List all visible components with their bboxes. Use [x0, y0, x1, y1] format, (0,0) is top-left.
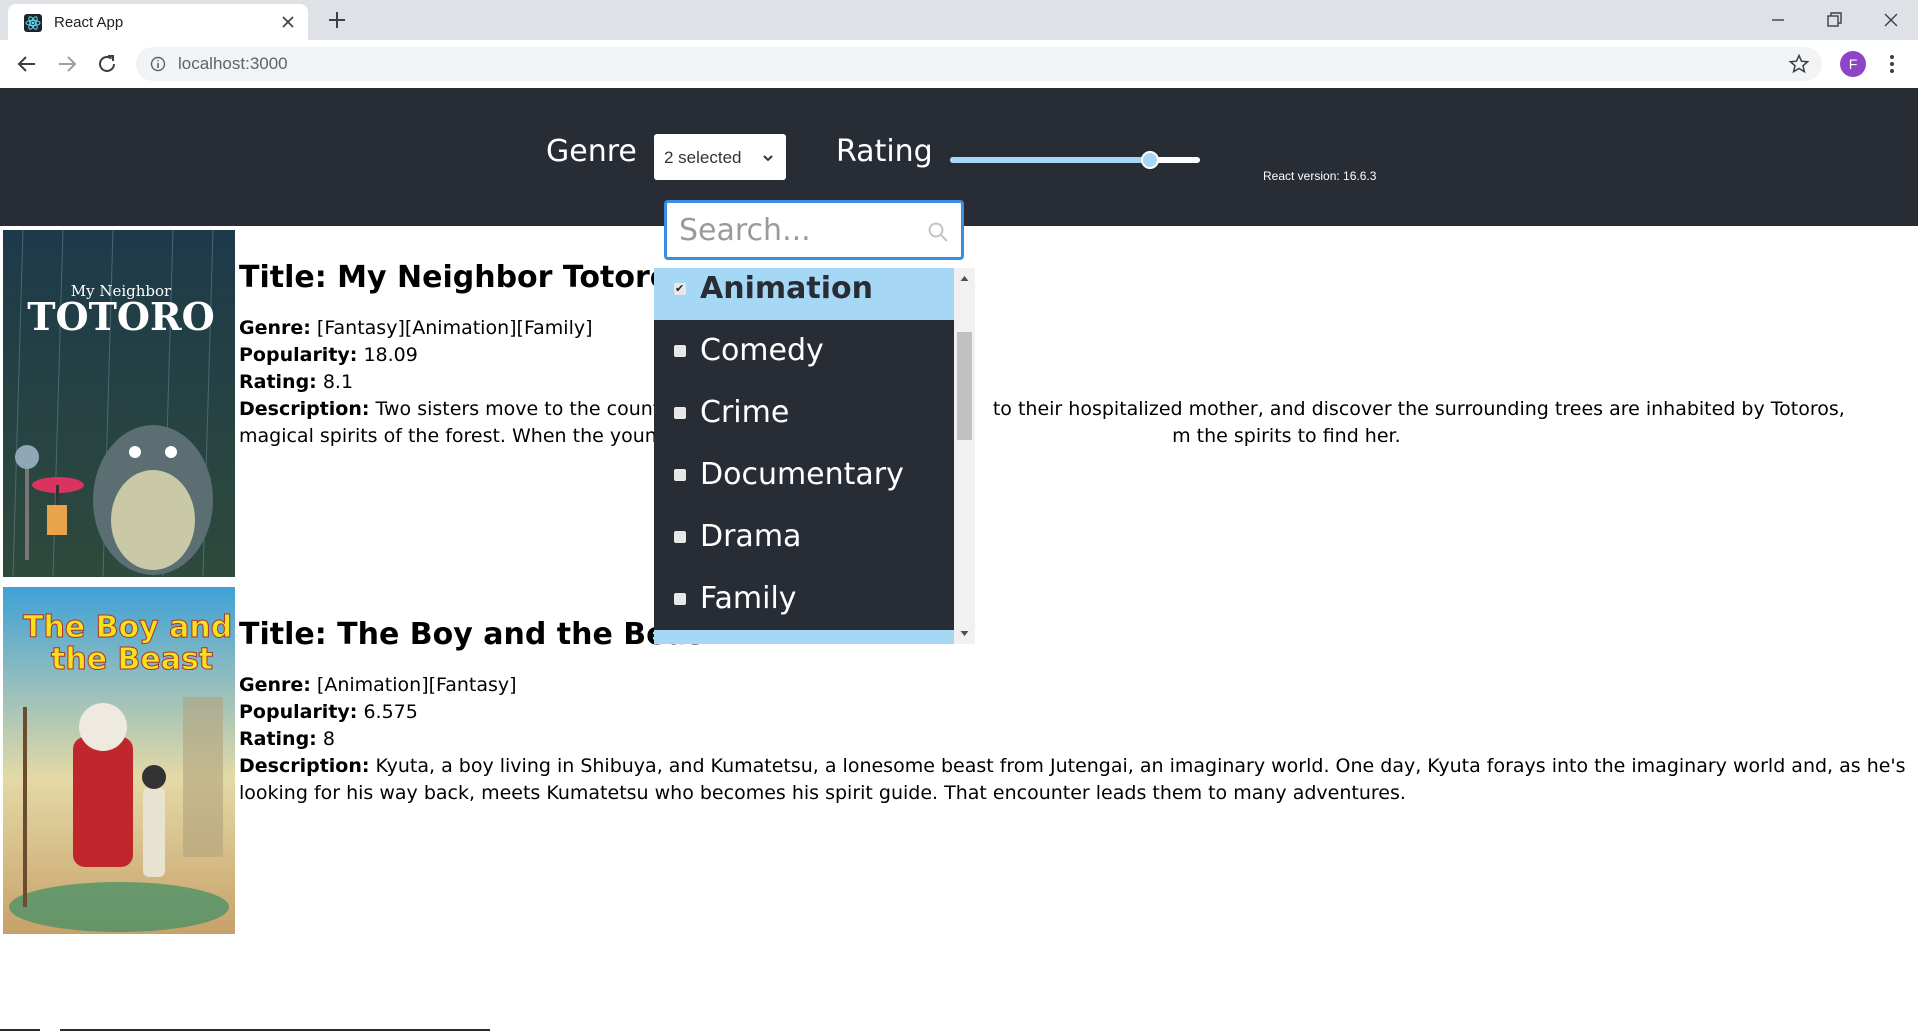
- movie-info: Title: My Neighbor Totoro Genre: [Fantas…: [239, 230, 1915, 450]
- checkbox[interactable]: [674, 531, 686, 543]
- checkbox[interactable]: [674, 593, 686, 605]
- close-icon[interactable]: [282, 16, 294, 28]
- minimize-icon[interactable]: [1766, 8, 1790, 32]
- movie-poster-boy-and-beast: The Boy and the Beast: [3, 587, 235, 934]
- dropdown-option-label: Animation: [700, 271, 873, 306]
- browser-toolbar: localhost:3000 F: [0, 40, 1918, 89]
- poster-title-2: the Beast: [51, 642, 213, 677]
- dropdown-option[interactable]: Family: [654, 568, 954, 630]
- window-close-icon[interactable]: [1879, 8, 1903, 32]
- movie-description: Description: Two sisters move to the cou…: [239, 398, 1845, 447]
- rating-slider[interactable]: [950, 151, 1200, 169]
- genre-select-value: 2 selected: [664, 148, 742, 167]
- checkbox[interactable]: [674, 469, 686, 481]
- dropdown-option-label: Drama: [700, 519, 802, 554]
- scroll-up-arrow-icon[interactable]: [959, 273, 970, 284]
- browser-tabstrip: React App: [0, 0, 1918, 40]
- rating-slider-thumb[interactable]: [1141, 151, 1159, 169]
- dropdown-option[interactable]: ✔ Animation: [654, 268, 954, 320]
- poster-title-1: The Boy and: [23, 610, 232, 645]
- poster-title-2: TOTORO: [27, 294, 214, 339]
- scroll-down-arrow-icon[interactable]: [959, 628, 970, 639]
- reload-icon[interactable]: [95, 52, 119, 76]
- dropdown-options: ✔ Animation Comedy Crime Documentary Drama Fam…: [654, 268, 954, 644]
- avatar[interactable]: F: [1840, 51, 1866, 77]
- dropdown-scrollbar-thumb[interactable]: [957, 332, 972, 440]
- restore-icon[interactable]: [1822, 8, 1846, 32]
- movie-popularity: Popularity: 18.09: [239, 344, 418, 366]
- checkbox[interactable]: ✔: [674, 283, 686, 295]
- movie-rating: Rating: 8.1: [239, 371, 354, 393]
- movie-rating: Rating: 8: [239, 728, 335, 750]
- dropdown-search[interactable]: [664, 200, 964, 260]
- movie-genre: Genre: [Animation][Fantasy]: [239, 674, 517, 696]
- react-atom-icon: [24, 14, 42, 32]
- dropdown-option-label: Family: [700, 581, 797, 616]
- url-text: localhost:3000: [178, 54, 288, 73]
- genre-label: Genre: [546, 134, 637, 169]
- dropdown-option-label: Crime: [700, 395, 790, 430]
- movie-genre: Genre: [Fantasy][Animation][Family]: [239, 317, 593, 339]
- rating-label: Rating: [836, 134, 933, 169]
- tab-title: React App: [54, 14, 124, 31]
- genre-dropdown: ✔ Animation Comedy Crime Documentary Drama Fam…: [654, 196, 975, 644]
- dropdown-option[interactable]: Documentary: [654, 444, 954, 506]
- plus-icon[interactable]: [326, 9, 348, 31]
- movie-popularity: Popularity: 6.575: [239, 701, 418, 723]
- dropdown-option[interactable]: Crime: [654, 382, 954, 444]
- movie-title: Title: My Neighbor Totoro: [239, 260, 671, 295]
- chevron-down-icon: [763, 155, 773, 162]
- movie-poster-totoro: My Neighbor TOTORO: [3, 230, 235, 577]
- dropdown-option-label: Documentary: [700, 457, 904, 492]
- star-icon[interactable]: [1788, 53, 1810, 75]
- checkbox[interactable]: [674, 407, 686, 419]
- genre-select[interactable]: 2 selected: [654, 134, 786, 180]
- search-icon: [928, 222, 948, 242]
- search-input[interactable]: [679, 209, 909, 251]
- checkbox[interactable]: [674, 345, 686, 357]
- rating-slider-fill: [950, 157, 1150, 163]
- check-icon: ✔: [675, 282, 685, 295]
- dropdown-option[interactable]: Comedy: [654, 320, 954, 382]
- kebab-menu-icon[interactable]: [1880, 52, 1904, 76]
- movie-info: Title: The Boy and the Beast Genre: [Ani…: [239, 587, 1915, 807]
- info-icon[interactable]: [150, 56, 166, 72]
- forward-arrow-icon[interactable]: [55, 52, 79, 76]
- dropdown-scrollbar[interactable]: [954, 268, 975, 644]
- browser-tab[interactable]: React App: [8, 4, 308, 40]
- movie-description: Description: Kyuta, a boy living in Shib…: [239, 755, 1906, 804]
- dropdown-option-label: Comedy: [700, 333, 824, 368]
- address-bar[interactable]: localhost:3000: [136, 47, 1822, 81]
- back-arrow-icon[interactable]: [15, 52, 39, 76]
- dropdown-option[interactable]: ✔Fantasy: [654, 630, 954, 644]
- dropdown-option-label: Fantasy: [700, 642, 832, 644]
- movie-title: Title: The Boy and the Beast: [239, 617, 719, 652]
- dropdown-options-list[interactable]: ✔ Animation Comedy Crime Documentary Drama Fam…: [654, 268, 954, 644]
- dropdown-option[interactable]: Drama: [654, 506, 954, 568]
- react-version: React version: 16.6.3: [1263, 169, 1377, 183]
